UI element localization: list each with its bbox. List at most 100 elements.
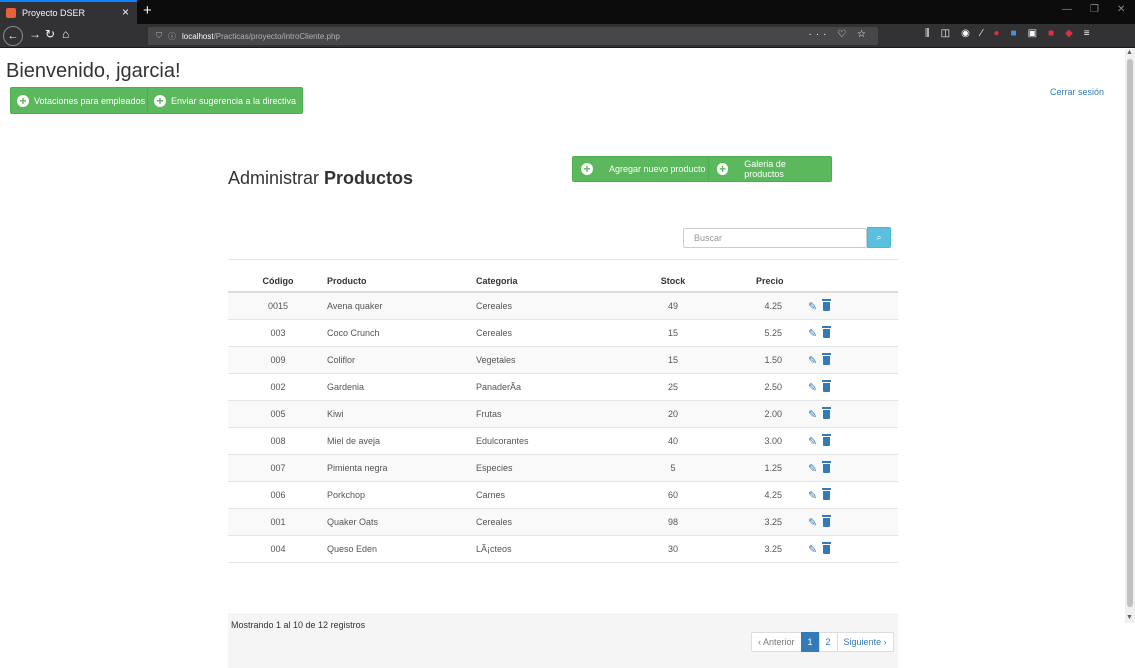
pencil-icon[interactable]: ✎ [808,516,817,529]
pencil-icon[interactable]: ✎ [808,435,817,448]
scroll-up-icon[interactable]: ▲ [1126,49,1133,56]
pencil-icon[interactable]: ✎ [808,300,817,313]
header-stock[interactable]: Stock [648,271,698,291]
trash-icon[interactable] [822,514,832,527]
search-button[interactable]: ⌕ [867,227,891,248]
trash-icon[interactable] [822,325,832,338]
cell-product: Kiwi [327,409,344,419]
shield-icon: ⛉ [156,31,162,40]
logout-link[interactable]: Cerrar sesión [1050,87,1104,97]
trash-icon[interactable] [822,379,832,392]
row-actions: ✎ [808,482,832,508]
scrollbar[interactable]: ▲ ▼ [1125,49,1135,623]
prev-page-button[interactable]: ‹ Anterior [751,632,802,652]
cell-stock: 40 [667,436,678,446]
cell-price: 4.25 [764,301,782,311]
cell-product: Coco Crunch [327,328,380,338]
cell-product: Porkchop [327,490,366,500]
reload-icon[interactable]: ↻ [45,27,55,41]
pencil-icon[interactable]: ✎ [808,462,817,475]
account-icon[interactable]: ◉ [961,28,970,39]
cell-price: 3.00 [764,436,782,446]
gallery-button[interactable]: + Galeria de productos [708,156,832,182]
home-icon[interactable]: ⌂ [62,27,69,41]
table-row: 009 Coliflor Vegetales 15 1.50 ✎ [228,347,898,374]
restore-icon[interactable]: ❐ [1090,4,1099,15]
page-actions-icon[interactable]: ··· ♡ ☆ [809,29,870,40]
cell-stock: 49 [667,301,678,311]
new-tab-icon[interactable]: + [143,2,152,19]
next-page-button[interactable]: Siguiente › [836,632,894,652]
sidebar-icon[interactable]: ◫ [941,28,950,39]
cell-product: Avena quaker [327,301,383,311]
trash-icon[interactable] [822,352,832,365]
pencil-icon[interactable]: ✎ [808,327,817,340]
sugerencia-button[interactable]: + Enviar sugerencia a la directiva [147,87,304,114]
pencil-icon[interactable]: ✎ [808,381,817,394]
forward-icon[interactable]: → [29,27,41,41]
extension-icon[interactable]: ◆ [1065,28,1073,39]
trash-icon[interactable] [822,433,832,446]
cell-code: 009 [270,355,286,365]
cell-category: Edulcorantes [476,436,529,446]
cell-product: Miel de aveja [327,436,381,446]
row-actions: ✎ [808,347,832,373]
tab-bar: Proyecto DSER × + — ❐ ✕ [0,0,1135,24]
table-row: 002 Gardenia PanaderÃa 25 2.50 ✎ [228,374,898,401]
pencil-icon[interactable]: ✎ [808,489,817,502]
table-header: Código Producto Categoria Stock Precio [228,271,898,293]
pencil-icon[interactable]: ✎ [808,543,817,556]
cell-code: 004 [270,544,286,554]
scroll-thumb[interactable] [1127,59,1133,607]
scroll-down-icon[interactable]: ▼ [1126,614,1133,621]
adblock-icon[interactable]: ■ [1048,28,1054,39]
menu-icon[interactable]: ≡ [1084,28,1090,39]
add-product-button[interactable]: + Agregar nuevo producto [572,156,715,182]
pen-icon[interactable]: ∕ [981,28,983,39]
page-2-button[interactable]: 2 [818,632,838,652]
trash-icon[interactable] [822,406,832,419]
header-category[interactable]: Categoria [476,271,518,291]
cell-price: 2.50 [764,382,782,392]
info-icon: ⓘ [168,31,176,41]
plus-circle-icon: + [581,163,593,175]
browser-tab[interactable]: Proyecto DSER × [0,0,137,24]
header-product[interactable]: Producto [327,271,367,291]
page-1-button[interactable]: 1 [800,632,820,652]
pencil-icon[interactable]: ✎ [808,408,817,421]
back-icon[interactable]: ← [3,26,23,46]
gallery-label: Galeria de productos [744,159,786,179]
search-input[interactable]: Buscar [683,228,867,248]
cell-stock: 25 [667,382,678,392]
table-row: 007 Pimienta negra Especies 5 1.25 ✎ [228,455,898,482]
row-actions: ✎ [808,428,832,454]
header-price[interactable]: Precio [756,271,790,291]
trash-icon[interactable] [822,298,832,311]
pencil-icon[interactable]: ✎ [808,354,817,367]
cell-product: Queso Eden [327,544,378,554]
trash-icon[interactable] [822,541,832,554]
tab-title: Proyecto DSER [22,8,86,18]
plus-circle-icon: + [17,94,29,107]
row-actions: ✎ [808,401,832,427]
url-bar[interactable]: ⛉ ⓘ localhost /Practicas/proyecto/introC… [148,27,878,45]
extension-icon[interactable]: ● [993,28,999,39]
minimize-icon[interactable]: — [1062,4,1072,15]
url-host: localhost [182,31,214,41]
row-actions: ✎ [808,320,832,346]
library-icon[interactable]: ⫼ [925,28,930,39]
cell-stock: 15 [667,355,678,365]
screenshot-icon[interactable]: ▣ [1028,28,1037,39]
extension-icon[interactable]: ■ [1011,28,1017,39]
plus-circle-icon: + [717,163,729,175]
trash-icon[interactable] [822,460,832,473]
close-tab-icon[interactable]: × [122,5,129,19]
header-code[interactable]: Código [258,271,298,291]
cell-code: 0015 [267,301,289,311]
close-window-icon[interactable]: ✕ [1117,4,1125,15]
cell-code: 006 [270,490,286,500]
trash-icon[interactable] [822,487,832,500]
cell-category: PanaderÃa [476,382,522,392]
favicon-icon [6,8,16,18]
votaciones-button[interactable]: + Votaciones para empleados [10,87,153,114]
